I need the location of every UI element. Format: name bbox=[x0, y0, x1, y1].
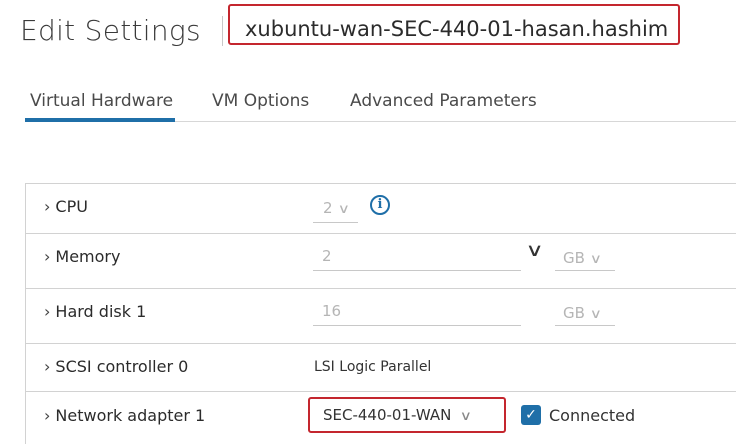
network-select[interactable]: SEC-440-01-WAN ∨ bbox=[323, 406, 473, 424]
info-icon[interactable]: i bbox=[370, 195, 390, 215]
connected-checkbox[interactable]: ✓ bbox=[521, 405, 541, 425]
network-value: SEC-440-01-WAN bbox=[323, 406, 452, 424]
tab-advanced-parameters[interactable]: Advanced Parameters bbox=[350, 91, 537, 111]
memory-row-toggle[interactable]: › Memory bbox=[44, 247, 120, 266]
hard-disk-label: Hard disk 1 bbox=[55, 302, 147, 321]
memory-unit: GB bbox=[563, 249, 585, 267]
cpu-label: CPU bbox=[55, 197, 88, 216]
row-divider bbox=[25, 391, 736, 392]
page-title: Edit Settings bbox=[20, 14, 201, 47]
chevron-right-icon: › bbox=[44, 406, 51, 425]
hard-disk-row-toggle[interactable]: › Hard disk 1 bbox=[44, 302, 146, 321]
chevron-right-icon: › bbox=[44, 247, 51, 266]
network-adapter-row-toggle[interactable]: › Network adapter 1 bbox=[44, 406, 205, 425]
memory-label: Memory bbox=[55, 247, 121, 266]
memory-unit-underline bbox=[555, 270, 615, 271]
scsi-label: SCSI controller 0 bbox=[55, 357, 189, 376]
hard-disk-unit-underline bbox=[555, 325, 615, 326]
tab-virtual-hardware[interactable]: Virtual Hardware bbox=[30, 91, 173, 111]
memory-value: 2 bbox=[322, 247, 332, 265]
scsi-row-toggle[interactable]: › SCSI controller 0 bbox=[44, 357, 188, 376]
hard-disk-unit-select: GB ∨ bbox=[563, 304, 602, 322]
cpu-select: 2 ∨ bbox=[323, 199, 350, 217]
network-adapter-label: Network adapter 1 bbox=[55, 406, 206, 425]
title-divider bbox=[222, 16, 223, 46]
memory-input: 2 bbox=[313, 247, 521, 271]
connected-label: Connected bbox=[549, 406, 636, 425]
active-tab-indicator bbox=[25, 118, 175, 122]
hard-disk-unit: GB bbox=[563, 304, 585, 322]
chevron-down-icon: ∨ bbox=[589, 307, 602, 322]
row-divider bbox=[25, 233, 736, 234]
chevron-right-icon: › bbox=[44, 197, 51, 216]
scsi-value: LSI Logic Parallel bbox=[314, 359, 432, 375]
memory-unit-select: GB ∨ bbox=[563, 249, 602, 267]
vm-name: xubuntu-wan-SEC-440-01-hasan.hashim bbox=[245, 17, 669, 41]
checkmark-icon: ✓ bbox=[525, 407, 537, 423]
chevron-down-icon[interactable]: ∨ bbox=[525, 240, 543, 261]
chevron-down-icon: ∨ bbox=[459, 409, 473, 424]
cpu-value: 2 bbox=[323, 199, 333, 217]
chevron-right-icon: › bbox=[44, 302, 51, 321]
chevron-down-icon: ∨ bbox=[589, 252, 602, 267]
row-divider bbox=[25, 343, 736, 344]
row-divider bbox=[25, 288, 736, 289]
tab-vm-options[interactable]: VM Options bbox=[212, 91, 309, 111]
cpu-row-toggle[interactable]: › CPU bbox=[44, 197, 88, 216]
cpu-select-underline bbox=[313, 222, 358, 223]
hard-disk-input: 16 bbox=[313, 302, 521, 326]
chevron-down-icon: ∨ bbox=[337, 202, 350, 217]
chevron-right-icon: › bbox=[44, 357, 51, 376]
hard-disk-value: 16 bbox=[322, 302, 342, 320]
